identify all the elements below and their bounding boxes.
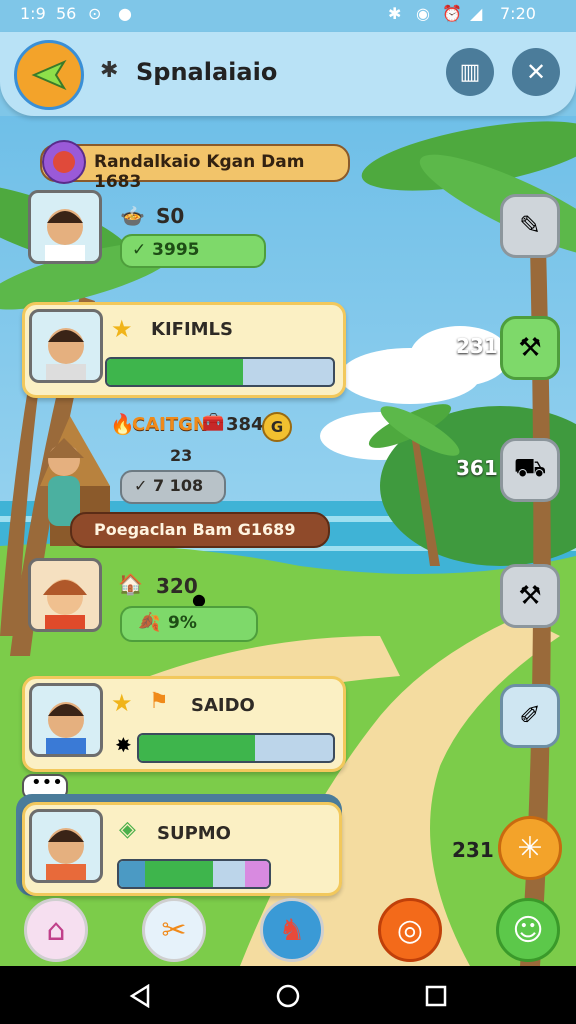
pen-icon: ✎ (519, 211, 541, 241)
wifi-icon: ◉ (416, 4, 430, 23)
coin-badge: G (262, 412, 292, 442)
system-nav-bar (0, 966, 576, 1024)
hammer-icon: ⚒ (518, 581, 542, 611)
brush-icon: ✐ (519, 701, 541, 731)
back-nav-icon[interactable] (128, 984, 152, 1008)
nav-home[interactable]: ⌂ (24, 898, 88, 962)
side-button-edit[interactable]: ✎ (500, 194, 560, 258)
resource-segment (145, 861, 213, 887)
star-icon: ★ (111, 689, 133, 717)
status-clock: 7:20 (500, 4, 536, 23)
food-icon: 🍲 (120, 204, 145, 228)
home-icon: ⌂ (46, 912, 66, 948)
mid-value: 384 (226, 414, 264, 435)
drop-icon: ◈ (119, 817, 136, 842)
flag-icon: ⚑ (149, 689, 169, 714)
card5-label: SUPMO (157, 823, 231, 844)
gear-icon: ✸ (115, 733, 132, 757)
menu-button[interactable]: ▥ (446, 48, 494, 96)
top-banner: Randalkaio Kgan Dam 1683 (40, 140, 350, 192)
side-button-cart[interactable]: ⛟ (500, 438, 560, 502)
side-button-build[interactable]: ✐ (500, 684, 560, 748)
card1-pill-text: ✓ 3995 (132, 240, 200, 260)
player-face-icon (43, 579, 87, 629)
avatar (29, 683, 103, 757)
home-nav-icon[interactable] (275, 983, 301, 1009)
avatar[interactable] (28, 190, 102, 264)
close-button[interactable]: ✕ (512, 48, 560, 96)
player-card[interactable]: ★ KIFIMLS (22, 302, 346, 398)
player-face-icon (46, 702, 86, 754)
resource-segment (213, 861, 245, 887)
leaf-icon: 🍂 (138, 612, 161, 633)
alarm-icon: ⏰ (442, 4, 462, 23)
progress-bar (105, 357, 335, 387)
back-button[interactable] (14, 40, 84, 110)
mid-pill: ✓ 7 108 (120, 470, 226, 504)
side-button-bonus[interactable]: ✳ (498, 816, 562, 880)
side-button-tool[interactable]: ⚒ (500, 564, 560, 628)
resource-segment (119, 861, 145, 887)
house-icon: 🏠 (118, 572, 143, 596)
card1-pill: ✓ 3995 (120, 234, 266, 268)
grid-icon: ▥ (459, 59, 481, 85)
sparkle-icon: ✱ (100, 58, 119, 83)
mid-pill-text: ✓ 7 108 (134, 476, 204, 495)
bluetooth-icon: ✱ (388, 4, 402, 23)
resource-bar (117, 859, 271, 889)
shop-icon: ◎ (396, 912, 424, 948)
location-icon: ● (118, 4, 132, 23)
card1-value: S0 (156, 204, 185, 228)
progress-bar (137, 733, 335, 763)
pet-icon: ♞ (278, 912, 306, 948)
recents-nav-icon[interactable] (424, 984, 448, 1008)
side-number: 361 (456, 456, 498, 480)
status-notif-count: 56 (56, 4, 77, 23)
progress-fill (139, 735, 256, 761)
ellipsis-icon: ••• (31, 772, 63, 793)
cart-icon: ⛟ (513, 453, 547, 483)
arrow-icon (31, 59, 67, 91)
nav-friends[interactable]: ☺ (496, 898, 560, 962)
player-face-icon (45, 209, 85, 261)
avatar (29, 809, 103, 883)
emblem-icon (42, 140, 86, 184)
status-time: 1:9 (20, 4, 46, 23)
avatar (29, 309, 103, 383)
resource-segment (245, 861, 269, 887)
card4-label: SAIDO (191, 695, 255, 716)
side-number: 231 (452, 838, 494, 862)
player-card[interactable]: ★ ⚑ SAIDO ✸ (22, 676, 346, 772)
signal-icon: ◢ (470, 4, 483, 23)
avatar[interactable] (28, 558, 102, 632)
player-card[interactable]: ◈ SUPMO (22, 802, 342, 896)
mid-label: CAITGN (132, 414, 208, 435)
notification-icon: ⊙ (88, 4, 102, 23)
nav-shop[interactable]: ◎ (378, 898, 442, 962)
player-face-icon (46, 328, 86, 380)
nav-tools[interactable]: ✂ (142, 898, 206, 962)
mid-banner-text: Poegaclan Bam G1689 (94, 520, 296, 539)
mid-sub: 23 (170, 446, 193, 465)
tools-icon: ✂ (161, 912, 187, 948)
side-number: 231 (456, 334, 498, 358)
nav-pets[interactable]: ♞ (260, 898, 324, 962)
close-icon: ✕ (525, 58, 547, 86)
app-header: ✱ Spnalaiaio ▥ ✕ (0, 32, 576, 116)
status-bar: 1:9 56 ⊙ ● ✱ ◉ ⏰ ◢ 7:20 (0, 0, 576, 28)
side-button-harvest[interactable]: ⚒ (500, 316, 560, 380)
card3-pill-text: 9% (168, 613, 197, 633)
sparkle-icon: ✳ (517, 830, 543, 866)
sickle-icon: ⚒ (518, 333, 542, 363)
tool-icon: 🧰 (202, 412, 225, 433)
banner-text: Randalkaio Kgan Dam 1683 (94, 152, 305, 192)
player-face-icon (46, 828, 86, 880)
star-icon: ★ (111, 315, 133, 343)
card3-pill: 🍂 9% (120, 606, 258, 642)
page-title: Spnalaiaio (136, 58, 278, 86)
mid-banner: Poegaclan Bam G1689 (70, 512, 330, 548)
card2-label: KIFIMLS (151, 319, 233, 340)
progress-fill (107, 359, 243, 385)
bear-icon: ☺ (512, 912, 544, 948)
